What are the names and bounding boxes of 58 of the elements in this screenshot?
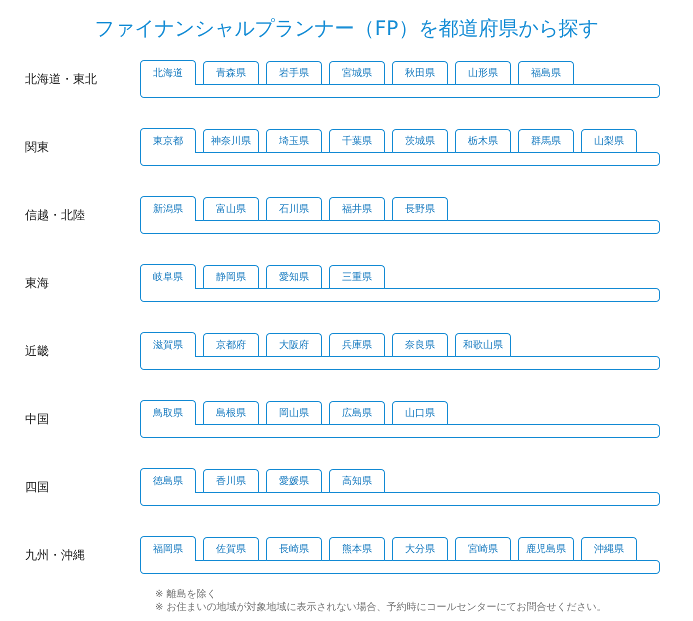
prefecture-tab[interactable]: 東京都 bbox=[140, 128, 196, 153]
prefecture-tab[interactable]: 滋賀県 bbox=[140, 332, 196, 357]
prefecture-tab[interactable]: 長崎県 bbox=[266, 537, 322, 560]
prefecture-tab[interactable]: 兵庫県 bbox=[329, 333, 385, 356]
prefecture-tab[interactable]: 和歌山県 bbox=[455, 333, 511, 356]
page-title: ファイナンシャルプランナー（FP）を都道府県から探す bbox=[94, 15, 598, 42]
prefecture-tab[interactable]: 秋田県 bbox=[392, 61, 448, 84]
prefecture-tab[interactable]: 富山県 bbox=[203, 197, 259, 220]
prefecture-tab[interactable]: 高知県 bbox=[329, 469, 385, 492]
footnote: ※ 離島を除く bbox=[155, 588, 218, 601]
prefecture-tab[interactable]: 岡山県 bbox=[266, 401, 322, 424]
prefecture-tab[interactable]: 沖縄県 bbox=[581, 537, 637, 560]
prefecture-tab[interactable]: 岩手県 bbox=[266, 61, 322, 84]
prefecture-tab[interactable]: 群馬県 bbox=[518, 129, 574, 152]
prefecture-tab[interactable]: 新潟県 bbox=[140, 196, 196, 221]
prefecture-tab[interactable]: 山梨県 bbox=[581, 129, 637, 152]
region-label: 中国 bbox=[24, 411, 50, 428]
region-label: 信越・北陸 bbox=[24, 207, 86, 224]
prefecture-tab[interactable]: 栃木県 bbox=[455, 129, 511, 152]
region-label: 北海道・東北 bbox=[24, 71, 98, 88]
prefecture-tab[interactable]: 福島県 bbox=[518, 61, 574, 84]
prefecture-tab[interactable]: 大分県 bbox=[392, 537, 448, 560]
prefecture-tab[interactable]: 山形県 bbox=[455, 61, 511, 84]
prefecture-tab[interactable]: 山口県 bbox=[392, 401, 448, 424]
prefecture-tab[interactable]: 神奈川県 bbox=[203, 129, 259, 152]
prefecture-tab[interactable]: 三重県 bbox=[329, 265, 385, 288]
prefecture-tab[interactable]: 埼玉県 bbox=[266, 129, 322, 152]
prefecture-tab[interactable]: 奈良県 bbox=[392, 333, 448, 356]
prefecture-tab[interactable]: 福井県 bbox=[329, 197, 385, 220]
region-label: 近畿 bbox=[24, 343, 50, 360]
prefecture-tab[interactable]: 広島県 bbox=[329, 401, 385, 424]
prefecture-tab[interactable]: 福岡県 bbox=[140, 536, 196, 561]
prefecture-tab[interactable]: 徳島県 bbox=[140, 468, 196, 493]
prefecture-tab[interactable]: 茨城県 bbox=[392, 129, 448, 152]
prefecture-tab[interactable]: 香川県 bbox=[203, 469, 259, 492]
region-label: 関東 bbox=[24, 139, 50, 156]
prefecture-tab[interactable]: 青森県 bbox=[203, 61, 259, 84]
prefecture-tab[interactable]: 鹿児島県 bbox=[518, 537, 574, 560]
prefecture-tab[interactable]: 静岡県 bbox=[203, 265, 259, 288]
prefecture-tab[interactable]: 長野県 bbox=[392, 197, 448, 220]
prefecture-tab[interactable]: 大阪府 bbox=[266, 333, 322, 356]
prefecture-tab[interactable]: 岐阜県 bbox=[140, 264, 196, 289]
prefecture-tab[interactable]: 北海道 bbox=[140, 60, 196, 85]
footnote: ※ お住まいの地域が対象地域に表示されない場合、予約時にコールセンターにてお問合せください。 bbox=[155, 601, 608, 614]
prefecture-tab[interactable]: 石川県 bbox=[266, 197, 322, 220]
region-label: 四国 bbox=[24, 479, 50, 496]
prefecture-tab[interactable]: 京都府 bbox=[203, 333, 259, 356]
region-label: 九州・沖縄 bbox=[24, 547, 86, 564]
prefecture-tab[interactable]: 愛知県 bbox=[266, 265, 322, 288]
prefecture-tab[interactable]: 愛媛県 bbox=[266, 469, 322, 492]
prefecture-tab[interactable]: 宮崎県 bbox=[455, 537, 511, 560]
region-label: 東海 bbox=[24, 275, 50, 292]
prefecture-tab[interactable]: 熊本県 bbox=[329, 537, 385, 560]
prefecture-tab[interactable]: 島根県 bbox=[203, 401, 259, 424]
prefecture-tab[interactable]: 佐賀県 bbox=[203, 537, 259, 560]
prefecture-tab[interactable]: 宮城県 bbox=[329, 61, 385, 84]
prefecture-tab[interactable]: 鳥取県 bbox=[140, 400, 196, 425]
prefecture-tab[interactable]: 千葉県 bbox=[329, 129, 385, 152]
